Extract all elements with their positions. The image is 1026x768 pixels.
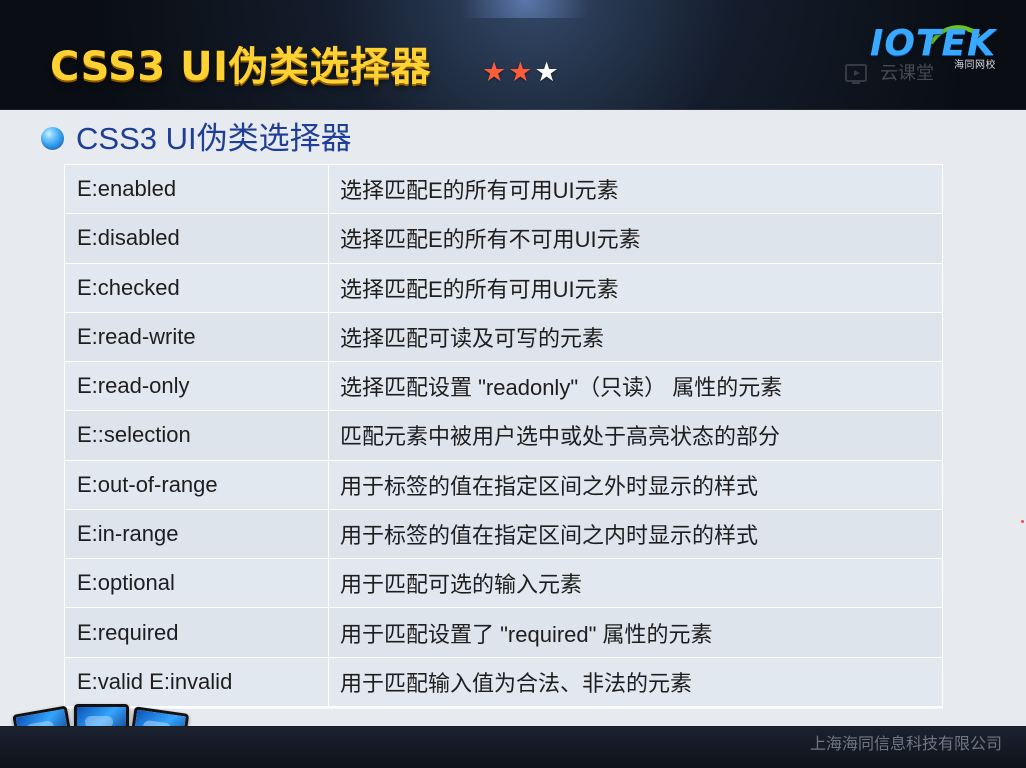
description-cell: 用于标签的值在指定区间之内时显示的样式: [340, 522, 759, 548]
description-cell: 选择匹配可读及可写的元素: [340, 325, 605, 351]
table-row: E::selection 匹配元素中被用户选中或处于高亮状态的部分: [65, 411, 942, 461]
selector-cell: E:out-of-range: [65, 460, 329, 509]
table-row: E:read-only 选择匹配设置 "readonly"（只读） 属性的元素: [65, 362, 942, 412]
description-cell: 选择匹配E的所有可用UI元素: [340, 178, 619, 204]
selector-cell: E:in-range: [65, 509, 329, 559]
section-heading: CSS3 UI伪类选择器: [41, 123, 352, 154]
company-name: 上海海同信息科技有限公司: [809, 734, 1002, 753]
table-row: E:optional 用于匹配可选的输入元素: [65, 559, 942, 609]
description-cell: 用于匹配输入值为合法、非法的元素: [340, 670, 693, 696]
logo-text: IOTEK: [870, 23, 997, 64]
rating-stars: ★ ★ ★: [482, 59, 559, 86]
slide: CSS3 UI伪类选择器 ★ ★ ★ IOTEK 海同网校 云课堂 CSS3 U…: [0, 0, 1026, 768]
edge-marker: [1021, 520, 1024, 523]
star-icon: ★: [482, 57, 507, 88]
selector-cell: E:required: [65, 608, 329, 657]
slide-title: CSS3 UI伪类选择器: [50, 44, 432, 90]
star-icon: ★: [508, 57, 533, 88]
bullet-icon: [41, 127, 64, 150]
description-cell: 用于标签的值在指定区间之外时显示的样式: [340, 473, 759, 499]
table-row: E:out-of-range 用于标签的值在指定区间之外时显示的样式: [65, 460, 942, 510]
selector-table: E:enabled 选择匹配E的所有可用UI元素 E:disabled 选择匹配…: [64, 164, 943, 708]
logo-subtitle: 海同网校: [954, 60, 996, 71]
table-row: E:enabled 选择匹配E的所有可用UI元素: [65, 165, 942, 215]
selector-cell: E:checked: [65, 263, 329, 312]
table-row: E:in-range 用于标签的值在指定区间之内时显示的样式: [65, 509, 942, 560]
description-cell: 选择匹配E的所有不可用UI元素: [340, 227, 641, 253]
description-cell: 用于匹配设置了 "required" 属性的元素: [340, 621, 713, 647]
table-row: E:valid E:invalid 用于匹配输入值为合法、非法的元素: [65, 657, 942, 707]
top-glow: [440, 0, 610, 18]
selector-cell: E:read-write: [65, 312, 329, 362]
table-row: E:checked 选择匹配E的所有可用UI元素: [65, 263, 942, 313]
description-cell: 用于匹配可选的输入元素: [340, 572, 583, 598]
watermark: 云课堂: [844, 60, 934, 88]
section-title: CSS3 UI伪类选择器: [76, 121, 352, 156]
selector-cell: E::selection: [65, 411, 329, 460]
selector-cell: E:read-only: [65, 362, 329, 411]
description-cell: 选择匹配E的所有可用UI元素: [340, 276, 619, 302]
description-cell: 匹配元素中被用户选中或处于高亮状态的部分: [340, 424, 781, 450]
selector-cell: E:optional: [65, 559, 329, 608]
table-row: E:required 用于匹配设置了 "required" 属性的元素: [65, 608, 942, 658]
star-icon: ★: [534, 57, 559, 88]
table-row: E:disabled 选择匹配E的所有不可用UI元素: [65, 214, 942, 264]
watermark-text: 云课堂: [880, 63, 934, 84]
selector-cell: E:disabled: [65, 214, 329, 263]
description-cell: 选择匹配设置 "readonly"（只读） 属性的元素: [340, 375, 783, 401]
cloud-classroom-icon: [845, 64, 867, 84]
selector-cell: E:enabled: [65, 165, 329, 214]
table-row: E:read-write 选择匹配可读及可写的元素: [65, 312, 942, 363]
selector-cell: E:valid E:invalid: [65, 657, 329, 706]
